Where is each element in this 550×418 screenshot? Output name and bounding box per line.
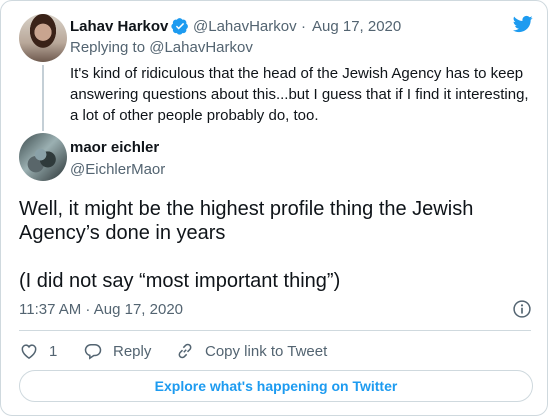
like-button[interactable]: 1 — [19, 341, 57, 361]
main-author-name[interactable]: maor eichler — [70, 139, 159, 156]
main-tweet-text-line-2: Agency’s done in years — [19, 222, 226, 244]
reply-button[interactable]: Reply — [83, 341, 151, 361]
tweet-embed-card: Lahav Harkov @LahavHarkov · Aug 17, 2020… — [0, 0, 548, 416]
link-icon — [178, 343, 192, 359]
replying-to-line: Replying to @LahavHarkov — [70, 39, 253, 56]
like-count: 1 — [49, 342, 58, 360]
separator-dot: · — [301, 18, 306, 35]
reply-label: Reply — [113, 342, 152, 360]
verified-badge-icon — [171, 18, 188, 35]
main-author-handle[interactable]: @EichlerMaor — [70, 161, 165, 178]
parent-author-name[interactable]: Lahav Harkov — [70, 18, 168, 35]
main-tweet-text-line-1: Well, it might be the highest profile th… — [19, 198, 474, 220]
heart-icon — [21, 344, 37, 359]
explore-twitter-button[interactable]: Explore what's happening on Twitter — [19, 370, 533, 402]
avatar-lahav-harkov[interactable] — [19, 14, 67, 62]
main-tweet-text-line-3: (I did not say “most important thing”) — [19, 270, 341, 292]
twitter-bird-icon[interactable] — [512, 14, 534, 34]
parent-tweet-date[interactable]: Aug 17, 2020 — [312, 18, 401, 35]
thread-connector-line — [42, 65, 44, 131]
replying-prefix: Replying to — [70, 39, 146, 56]
avatar-maor-eichler[interactable] — [19, 133, 67, 181]
copy-link-label: Copy link to Tweet — [205, 342, 328, 360]
copy-link-button[interactable]: Copy link to Tweet — [175, 341, 327, 361]
parent-tweet-text: It's kind of ridiculous that the head of… — [70, 65, 529, 124]
actions-divider — [19, 330, 531, 331]
replying-handle-link[interactable]: @LahavHarkov — [149, 39, 253, 56]
parent-author-handle[interactable]: @LahavHarkov — [193, 18, 297, 35]
info-icon[interactable] — [512, 299, 532, 319]
main-tweet-timestamp[interactable]: 11:37 AM · Aug 17, 2020 — [19, 301, 183, 318]
reply-icon — [84, 344, 102, 360]
